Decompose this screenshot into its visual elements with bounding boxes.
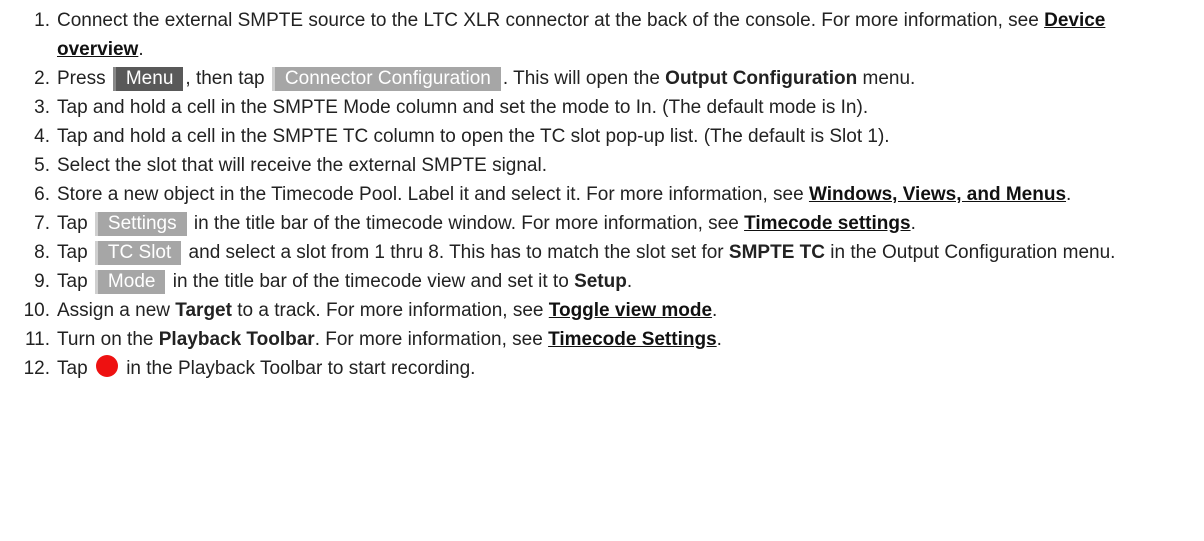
step-5: 5. Select the slot that will receive the…: [0, 151, 1204, 180]
step-1: 1. Connect the external SMPTE source to …: [0, 6, 1204, 64]
step-text: .: [716, 329, 722, 350]
step-text: Store a new object in the Timecode Pool.…: [57, 184, 809, 205]
step-number: 9.: [34, 271, 50, 292]
step-text: .: [712, 300, 718, 321]
step-7: 7. Tap Settings in the title bar of the …: [0, 209, 1204, 238]
step-text: Tap: [57, 242, 93, 263]
connector-configuration-key: Connector Configuration: [271, 67, 501, 91]
step-text: . For more information, see: [314, 329, 549, 350]
step-text: .: [910, 213, 916, 234]
step-text: Select the slot that will receive the ex…: [57, 155, 548, 176]
step-text: .: [138, 39, 144, 60]
step-number: 10.: [23, 300, 50, 321]
step-text: Connect the external SMPTE source to the…: [57, 10, 1045, 31]
step-text: Turn on the: [57, 329, 159, 350]
tc-slot-key: TC Slot: [94, 241, 182, 265]
step-number: 3.: [34, 97, 50, 118]
step-text: in the Playback Toolbar to start recordi…: [120, 358, 476, 379]
step-text: in the Output Configuration menu.: [824, 242, 1116, 263]
step-text: .: [626, 271, 633, 292]
step-6: 6. Store a new object in the Timecode Po…: [0, 180, 1204, 209]
instruction-list: 1. Connect the external SMPTE source to …: [0, 6, 1204, 383]
step-text: in the title bar of the timecode window.…: [188, 213, 745, 234]
step-number: 4.: [34, 126, 50, 147]
step-number: 1.: [34, 10, 50, 31]
step-text: to a track. For more information, see: [231, 300, 549, 321]
step-9: 9. Tap Mode in the title bar of the time…: [0, 267, 1204, 296]
step-text: Press: [57, 68, 111, 89]
step-number: 12.: [23, 358, 50, 379]
emphasis: Playback Toolbar: [158, 329, 315, 350]
step-number: 2.: [34, 68, 50, 89]
link-windows-views-menus[interactable]: Windows, Views, and Menus: [809, 184, 1066, 205]
step-text: Tap: [57, 358, 93, 379]
step-2: 2. Press Menu, then tap Connector Config…: [0, 64, 1204, 93]
step-text: .: [1066, 184, 1072, 205]
step-text: Tap and hold a cell in the SMPTE TC colu…: [57, 126, 890, 147]
step-4: 4. Tap and hold a cell in the SMPTE TC c…: [0, 122, 1204, 151]
emphasis: Output Configuration: [665, 68, 858, 89]
step-text: menu.: [857, 68, 916, 89]
step-11: 11. Turn on the Playback Toolbar. For mo…: [0, 325, 1204, 354]
mode-key: Mode: [94, 270, 166, 294]
step-text: in the title bar of the timecode view an…: [167, 271, 575, 292]
step-number: 5.: [34, 155, 50, 176]
step-text: and select a slot from 1 thru 8. This ha…: [183, 242, 729, 263]
emphasis: Target: [175, 300, 232, 321]
step-text: Tap and hold a cell in the SMPTE Mode co…: [57, 97, 869, 118]
link-toggle-view-mode[interactable]: Toggle view mode: [549, 300, 712, 321]
step-text: Tap: [57, 213, 93, 234]
step-8: 8. Tap TC Slot and select a slot from 1 …: [0, 238, 1204, 267]
step-number: 11.: [24, 329, 50, 350]
step-text: , then tap: [185, 68, 270, 89]
step-number: 8.: [34, 242, 50, 263]
record-icon: [95, 355, 118, 377]
step-10: 10. Assign a new Target to a track. For …: [0, 296, 1204, 325]
emphasis: Setup: [574, 271, 627, 292]
step-text: Assign a new: [57, 300, 176, 321]
step-number: 6.: [34, 184, 50, 205]
step-3: 3. Tap and hold a cell in the SMPTE Mode…: [0, 93, 1204, 122]
step-12: 12. Tap in the Playback Toolbar to start…: [0, 354, 1204, 383]
settings-key: Settings: [94, 212, 187, 236]
link-timecode-settings[interactable]: Timecode settings: [744, 213, 910, 234]
step-text: Tap: [57, 271, 93, 292]
step-text: . This will open the: [502, 68, 666, 89]
menu-key: Menu: [112, 67, 184, 91]
emphasis: SMPTE TC: [728, 242, 825, 263]
link-timecode-settings-2[interactable]: Timecode Settings: [548, 329, 717, 350]
step-number: 7.: [34, 213, 50, 234]
